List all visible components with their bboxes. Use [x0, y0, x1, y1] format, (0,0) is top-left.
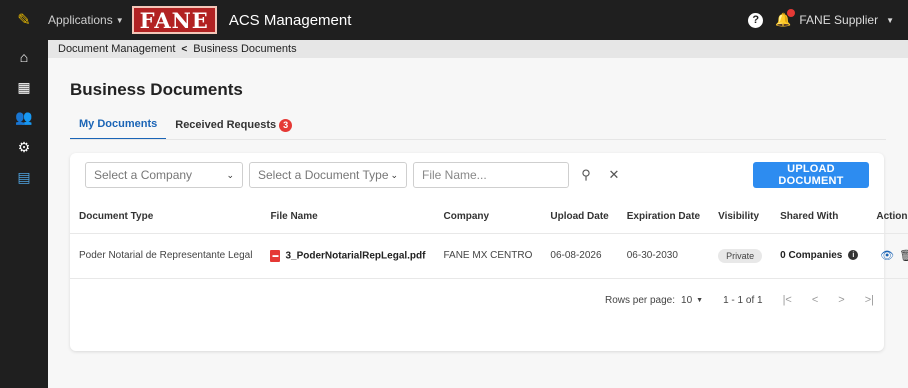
- cell-company: FANE MX CENTRO: [434, 233, 542, 279]
- pagination: Rows per page: 10 ▼ 1 - 1 of 1 |< < > >|: [605, 288, 874, 312]
- rows-per-page-value: 10: [681, 294, 693, 306]
- company-select-placeholder: Select a Company: [94, 168, 193, 182]
- cell-upload-date: 06-08-2026: [541, 233, 618, 279]
- applications-label: Applications: [48, 13, 113, 27]
- chevron-down-icon: ⌄: [390, 169, 398, 180]
- column-header-expiration-date[interactable]: Expiration Date: [617, 200, 710, 234]
- caret-down-icon: ▼: [696, 296, 704, 304]
- delete-trash-icon[interactable]: 🗑: [899, 250, 908, 262]
- column-header-company[interactable]: Company: [434, 200, 542, 234]
- sidebar-item-users[interactable]: 👥: [0, 104, 48, 130]
- breadcrumb-current: Business Documents: [193, 43, 297, 55]
- breadcrumb-parent[interactable]: Document Management: [58, 43, 175, 55]
- app-title: ACS Management: [228, 11, 352, 29]
- tab-my-documents[interactable]: My Documents: [70, 112, 167, 140]
- app-launcher-icon[interactable]: ✎: [0, 0, 48, 40]
- applications-menu[interactable]: Applications ▼: [48, 13, 124, 27]
- company-select[interactable]: Select a Company ⌄: [85, 162, 243, 188]
- fane-logo: FANE: [131, 6, 217, 34]
- tab-received-requests[interactable]: Received Requests 3: [166, 112, 301, 140]
- tab-label: My Documents: [79, 118, 158, 130]
- last-page-icon[interactable]: >|: [865, 294, 874, 306]
- documents-card: Select a Company ⌄ Select a Document Typ…: [70, 153, 908, 351]
- sidebar-item-documents[interactable]: ▤: [0, 164, 48, 190]
- pagination-range: 1 - 1 of 1: [723, 294, 763, 306]
- breadcrumb-separator: <: [181, 43, 188, 55]
- help-icon[interactable]: ?: [748, 12, 764, 28]
- sidebar-item-settings[interactable]: ⚙: [0, 134, 48, 160]
- tab-label: Received Requests: [175, 119, 277, 131]
- sidebar-item-companies[interactable]: ▦: [0, 74, 48, 100]
- documents-table: Document Type File Name Company Upload D…: [70, 200, 908, 279]
- app-window: ✎ Applications ▼ FANE ACS Management ? 🔔…: [0, 0, 908, 388]
- main-content: Business Documents My Documents Received…: [48, 58, 908, 388]
- breadcrumb: Document Management < Business Documents: [48, 40, 908, 58]
- cell-shared-with: 0 Companies i: [771, 233, 868, 279]
- document-type-select-placeholder: Select a Document Type: [258, 168, 389, 182]
- upload-document-button[interactable]: UPLOAD DOCUMENT: [753, 162, 869, 188]
- document-type-select[interactable]: Select a Document Type ⌄: [249, 162, 407, 188]
- info-icon[interactable]: i: [848, 250, 859, 261]
- pdf-file-icon: ▬: [270, 249, 281, 262]
- building-icon: ▦: [17, 78, 31, 95]
- user-menu-label[interactable]: FANE Supplier: [799, 13, 878, 27]
- home-icon: ⌂: [19, 49, 29, 65]
- shared-with-count: 0 Companies: [780, 250, 843, 261]
- column-header-upload-date[interactable]: Upload Date: [541, 200, 618, 234]
- column-header-document-type[interactable]: Document Type: [70, 200, 262, 234]
- rows-per-page-label: Rows per page:: [604, 294, 676, 306]
- gear-icon: ⚙: [17, 138, 31, 155]
- column-header-visibility[interactable]: Visibility: [709, 200, 772, 234]
- first-page-icon[interactable]: |<: [783, 294, 792, 306]
- cell-actions: 👁 🗑: [867, 233, 908, 279]
- top-bar: ✎ Applications ▼ FANE ACS Management ? 🔔…: [0, 0, 908, 40]
- requests-count-badge: 3: [279, 118, 293, 132]
- view-eye-icon[interactable]: 👁: [880, 250, 894, 262]
- cell-visibility: Private: [709, 233, 772, 279]
- cell-document-type: Poder Notarial de Representante Legal: [70, 233, 262, 279]
- file-name-link[interactable]: 3_PoderNotarialRepLegal.pdf: [285, 250, 425, 261]
- notification-dot: [787, 9, 796, 17]
- next-page-icon[interactable]: >: [838, 294, 844, 306]
- search-icon[interactable]: ⚲: [575, 164, 597, 186]
- tabs-divider: [70, 139, 886, 140]
- cell-expiration-date: 06-30-2030: [617, 233, 710, 279]
- sidebar-item-home[interactable]: ⌂: [0, 44, 48, 70]
- table-header-row: Document Type File Name Company Upload D…: [70, 200, 908, 234]
- notification-bell-icon[interactable]: 🔔: [775, 9, 796, 28]
- sidebar: ⌂ ▦ 👥 ⚙ ▤: [0, 40, 48, 388]
- table-row: Poder Notarial de Representante Legal ▬ 3…: [70, 233, 908, 279]
- clear-icon[interactable]: ✕: [603, 164, 625, 186]
- column-header-actions: Actions: [867, 200, 908, 234]
- page-title: Business Documents: [70, 80, 243, 99]
- file-name-input[interactable]: [413, 162, 569, 188]
- folder-icon: ▤: [17, 168, 31, 185]
- filter-bar: Select a Company ⌄ Select a Document Typ…: [85, 162, 625, 188]
- top-right-controls: ? 🔔 FANE Supplier ▼: [748, 9, 908, 28]
- tabs: My Documents Received Requests 3: [70, 112, 301, 140]
- column-header-shared-with[interactable]: Shared With: [771, 200, 868, 234]
- visibility-chip: Private: [718, 248, 763, 263]
- previous-page-icon[interactable]: <: [812, 294, 818, 306]
- column-header-file-name[interactable]: File Name: [261, 200, 435, 234]
- chevron-down-icon: ⌄: [226, 169, 234, 180]
- caret-down-icon[interactable]: ▼: [886, 16, 894, 25]
- cell-file-name[interactable]: ▬ 3_PoderNotarialRepLegal.pdf: [261, 233, 435, 279]
- caret-down-icon: ▼: [115, 15, 124, 25]
- rows-per-page-select[interactable]: 10 ▼: [681, 295, 703, 306]
- users-icon: 👥: [15, 108, 33, 125]
